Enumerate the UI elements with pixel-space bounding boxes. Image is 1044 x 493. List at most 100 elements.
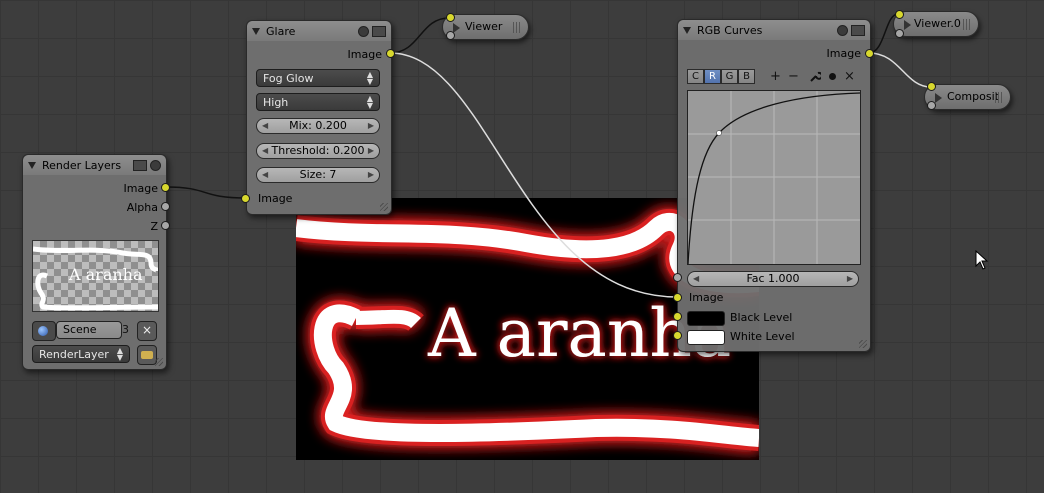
increment-arrow-icon[interactable]: ▶ bbox=[368, 168, 374, 182]
preview-toggle-icon[interactable] bbox=[133, 159, 147, 171]
grip-icon bbox=[963, 19, 970, 30]
decrement-arrow-icon[interactable]: ◀ bbox=[693, 272, 699, 286]
decrement-arrow-icon[interactable]: ◀ bbox=[262, 119, 268, 133]
expand-triangle-icon[interactable] bbox=[904, 20, 911, 30]
dot-icon[interactable] bbox=[829, 73, 836, 80]
curve-point bbox=[716, 130, 722, 136]
threshold-value: Threshold: 0.200 bbox=[271, 144, 365, 157]
node-title: Viewer.0 bbox=[914, 17, 961, 30]
delete-point-button[interactable]: × bbox=[844, 69, 855, 84]
decrement-arrow-icon[interactable]: ◀ bbox=[262, 168, 268, 182]
tab-red[interactable]: R bbox=[704, 69, 721, 84]
render-preview-thumbnail: A aranha bbox=[32, 240, 159, 312]
scene-name: Scene bbox=[63, 323, 97, 336]
resize-handle[interactable] bbox=[859, 340, 867, 348]
glare-node[interactable]: Glare Image Fog Glow ▲ ▼ High ▲ ▼ ◀ Mix: 0… bbox=[246, 20, 392, 215]
increment-arrow-icon[interactable]: ▶ bbox=[368, 144, 374, 158]
scene-user-count: 3 bbox=[122, 323, 129, 336]
zoom-in-button[interactable]: + bbox=[770, 69, 781, 84]
node-options-icon[interactable] bbox=[150, 159, 161, 171]
mix-value: Mix: 0.200 bbox=[289, 119, 347, 132]
render-layer-dropdown[interactable]: RenderLayer ▲ ▼ bbox=[32, 345, 130, 363]
glare-input-socket[interactable] bbox=[241, 194, 250, 203]
decrement-arrow-icon[interactable]: ◀ bbox=[262, 144, 268, 158]
node-title: Glare bbox=[266, 24, 296, 38]
expand-triangle-icon[interactable] bbox=[453, 23, 460, 33]
viewer0-node[interactable]: Viewer.0 bbox=[893, 11, 979, 37]
dropdown-arrows-icon: ▲ ▼ bbox=[366, 70, 373, 86]
dropdown-arrows-icon: ▲ ▼ bbox=[366, 94, 373, 110]
expand-triangle-icon[interactable] bbox=[935, 93, 942, 103]
viewer-input-socket[interactable] bbox=[446, 13, 455, 22]
white-level-socket[interactable] bbox=[673, 331, 682, 340]
render-layers-node[interactable]: Render Layers Image Alpha Z A aranha Sce… bbox=[22, 154, 167, 370]
composite-node[interactable]: Composit bbox=[924, 84, 1011, 110]
viewer0-alpha-socket[interactable] bbox=[895, 29, 904, 38]
glare-output-socket[interactable] bbox=[386, 49, 395, 58]
node-title: Render Layers bbox=[42, 158, 122, 172]
resize-handle[interactable] bbox=[155, 358, 163, 366]
white-level-label: White Level bbox=[730, 330, 795, 343]
collapse-triangle-icon[interactable] bbox=[28, 161, 36, 169]
node-options-icon[interactable] bbox=[358, 25, 369, 37]
tab-combined[interactable]: C bbox=[687, 69, 704, 84]
curves-output-socket[interactable] bbox=[865, 49, 874, 58]
node-title: RGB Curves bbox=[697, 23, 763, 37]
viewer-alpha-socket[interactable] bbox=[446, 31, 455, 40]
scene-icon[interactable] bbox=[32, 321, 56, 341]
black-level-socket[interactable] bbox=[673, 312, 682, 321]
glare-size-field[interactable]: ◀ Size: 7 ▶ bbox=[256, 167, 380, 183]
rgb-curves-node[interactable]: RGB Curves Image C R G B + − × ◀ Fac 1.0… bbox=[677, 19, 871, 352]
composite-input-socket[interactable] bbox=[927, 82, 936, 91]
glare-mix-field[interactable]: ◀ Mix: 0.200 ▶ bbox=[256, 118, 380, 134]
glare-type-dropdown[interactable]: Fog Glow ▲ ▼ bbox=[256, 69, 380, 87]
grip-icon bbox=[995, 92, 1002, 103]
rgb-curves-header[interactable]: RGB Curves bbox=[678, 20, 870, 40]
white-level-swatch[interactable] bbox=[687, 330, 725, 345]
output-label-alpha: Alpha bbox=[126, 201, 158, 214]
fac-field[interactable]: ◀ Fac 1.000 ▶ bbox=[687, 271, 859, 287]
link-glare-viewer bbox=[389, 17, 450, 54]
glare-threshold-field[interactable]: ◀ Threshold: 0.200 ▶ bbox=[256, 143, 380, 159]
link-renderlayers-glare bbox=[165, 186, 247, 199]
size-value: Size: 7 bbox=[299, 168, 337, 181]
glare-quality-dropdown[interactable]: High ▲ ▼ bbox=[256, 93, 380, 111]
viewer0-input-socket[interactable] bbox=[895, 10, 904, 19]
fac-input-socket[interactable] bbox=[673, 273, 682, 282]
wrench-icon[interactable] bbox=[808, 70, 823, 87]
render-button-icon[interactable] bbox=[137, 345, 157, 365]
black-level-swatch[interactable] bbox=[687, 311, 725, 326]
curves-input-image-label: Image bbox=[689, 291, 724, 304]
rl-z-socket[interactable] bbox=[161, 221, 170, 230]
curves-image-input-socket[interactable] bbox=[673, 293, 682, 302]
output-label-z: Z bbox=[150, 220, 158, 233]
composite-alpha-socket[interactable] bbox=[927, 101, 936, 110]
curve-plot[interactable] bbox=[687, 91, 861, 265]
increment-arrow-icon[interactable]: ▶ bbox=[847, 272, 853, 286]
curve-graph[interactable] bbox=[687, 90, 861, 265]
render-layer-value: RenderLayer bbox=[39, 348, 109, 361]
glare-header[interactable]: Glare bbox=[247, 21, 391, 41]
render-layers-header[interactable]: Render Layers bbox=[23, 155, 166, 175]
tab-green[interactable]: G bbox=[721, 69, 738, 84]
rl-image-socket[interactable] bbox=[161, 183, 170, 192]
scene-selector[interactable]: Scene bbox=[56, 321, 122, 339]
resize-handle[interactable] bbox=[380, 203, 388, 211]
node-options-icon[interactable] bbox=[837, 24, 848, 36]
dropdown-arrows-icon: ▲ ▼ bbox=[116, 346, 123, 362]
rl-alpha-socket[interactable] bbox=[161, 202, 170, 211]
output-label-image: Image bbox=[123, 182, 158, 195]
unlink-scene-button[interactable]: × bbox=[137, 321, 157, 341]
zoom-out-button[interactable]: − bbox=[788, 69, 799, 84]
glare-quality-value: High bbox=[263, 96, 289, 109]
increment-arrow-icon[interactable]: ▶ bbox=[368, 119, 374, 133]
collapse-triangle-icon[interactable] bbox=[252, 27, 260, 35]
curves-output-label: Image bbox=[826, 47, 861, 60]
black-level-label: Black Level bbox=[730, 311, 793, 324]
viewer-node[interactable]: Viewer bbox=[442, 14, 529, 40]
hide-sockets-icon[interactable] bbox=[372, 25, 386, 37]
tab-blue[interactable]: B bbox=[738, 69, 755, 84]
collapse-triangle-icon[interactable] bbox=[683, 26, 691, 34]
link-glare-curves bbox=[389, 52, 678, 298]
hide-sockets-icon[interactable] bbox=[851, 24, 865, 36]
